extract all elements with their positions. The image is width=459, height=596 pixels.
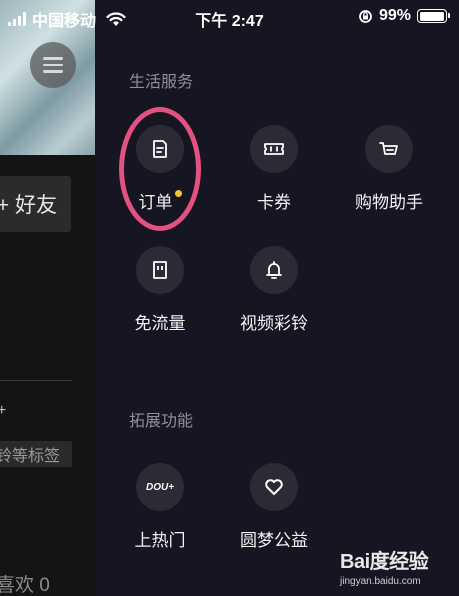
menu-item-label: 免流量 [134, 314, 186, 333]
menu-item-label: 上热门 [134, 531, 186, 550]
menu-item-label: 购物助手 [355, 193, 423, 212]
menu-item-label: 视频彩铃 [240, 314, 308, 333]
dou-plus-icon: DOU+ [136, 463, 184, 511]
add-friend-button[interactable]: + 好友 [0, 176, 71, 232]
bell-icon [250, 246, 298, 294]
divider [0, 380, 72, 381]
menu-item-charity[interactable]: 圆梦公益 [219, 463, 329, 563]
menu-item-label: 卡券 [257, 193, 291, 212]
battery-percent: 99% [378, 7, 411, 24]
document-icon [136, 125, 184, 173]
add-icon[interactable]: + [0, 402, 6, 420]
notification-dot [174, 190, 182, 197]
menu-item-shopping-assistant[interactable]: 购物助手 [334, 125, 444, 225]
menu-item-orders[interactable]: 订单 [105, 125, 215, 225]
status-bar: 中国移动 下午 2:47 99% [0, 0, 459, 34]
menu-item-free-data[interactable]: 免流量 [105, 246, 215, 346]
menu-item-dou-plus[interactable]: DOU+ 上热门 [105, 463, 215, 563]
side-drawer: 生活服务 订单 卡券 购物助手 免流量 视频彩铃 拓展功能 DOU+ 上热门 圆… [95, 0, 459, 596]
cart-icon [365, 125, 413, 173]
menu-item-coupons[interactable]: 卡券 [219, 125, 329, 225]
section-title-extensions: 拓展功能 [129, 413, 194, 430]
menu-icon[interactable] [30, 42, 76, 88]
menu-item-label: 订单 [105, 188, 215, 213]
menu-item-video-ringtone[interactable]: 视频彩铃 [219, 246, 329, 346]
sim-card-icon [136, 246, 184, 294]
battery-icon [417, 9, 450, 23]
tag-hint[interactable]: 铃等标签 [0, 441, 72, 467]
orientation-lock-icon [359, 9, 372, 23]
likes-tab[interactable]: 喜欢 0 [0, 570, 50, 596]
status-right: 99% [358, 7, 450, 25]
heart-icon [250, 463, 298, 511]
ticket-icon [250, 125, 298, 173]
section-title-life-services: 生活服务 [129, 74, 194, 91]
baidu-jingyan-watermark: Bai度经验 jingyan.baidu.com [340, 551, 429, 587]
menu-item-label: 圆梦公益 [240, 531, 308, 550]
